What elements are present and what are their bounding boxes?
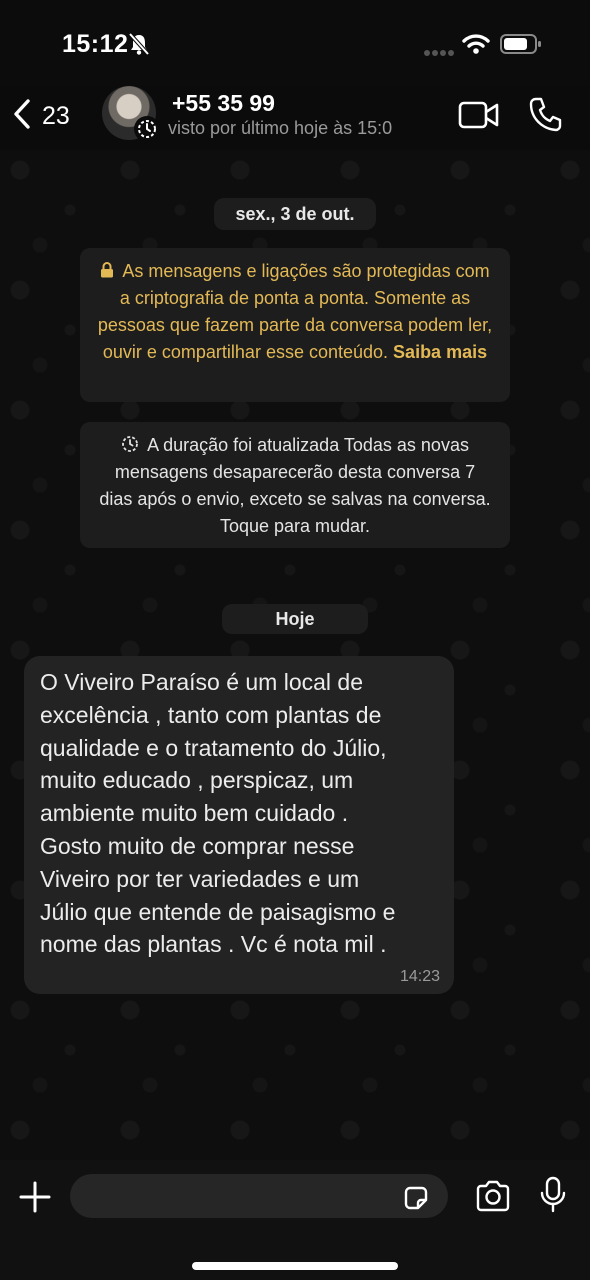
status-bar: 15:12 <box>0 0 590 86</box>
bell-slash-icon <box>128 32 150 61</box>
message-input[interactable] <box>70 1174 448 1218</box>
plus-icon[interactable] <box>18 1180 52 1219</box>
message-text: O Viveiro Paraíso é um local de excelênc… <box>40 669 396 958</box>
unread-count: 23 <box>42 101 70 130</box>
contact-last-seen: visto por último hoje às 15:0 <box>168 118 393 138</box>
message-time: 14:23 <box>399 968 440 985</box>
signal-icon <box>424 44 454 62</box>
duration-text: A duração foi atualizada Todas as novas … <box>99 435 491 536</box>
composer <box>0 1160 590 1280</box>
timer-icon <box>121 435 147 455</box>
date-separator: sex., 3 de out. <box>214 198 376 230</box>
status-time: 15:12 <box>62 30 129 58</box>
home-indicator[interactable] <box>192 1262 398 1270</box>
wifi-icon <box>462 33 490 60</box>
incoming-message[interactable]: O Viveiro Paraíso é um local de excelênc… <box>24 656 454 994</box>
chat-header: 23 +55 35 99 visto por último hoje às 15… <box>0 86 590 150</box>
back-chevron-icon <box>12 98 32 135</box>
back-button[interactable]: 23 <box>12 98 70 134</box>
duration-notice[interactable]: A duração foi atualizada Todas as novas … <box>80 422 510 548</box>
sticker-icon[interactable] <box>402 1184 430 1217</box>
video-call-icon[interactable] <box>458 100 500 135</box>
learn-more-link[interactable]: Saiba mais <box>393 342 487 362</box>
today-separator: Hoje <box>222 604 368 634</box>
disappearing-timer-icon <box>134 116 160 142</box>
phone-icon[interactable] <box>528 96 562 137</box>
lock-icon <box>100 261 122 281</box>
encryption-notice[interactable]: As mensagens e ligações são protegidas c… <box>80 248 510 402</box>
camera-icon[interactable] <box>474 1180 512 1217</box>
microphone-icon[interactable] <box>540 1176 566 1219</box>
battery-icon <box>500 34 542 59</box>
contact-name[interactable]: +55 35 99 <box>172 90 275 117</box>
chat-screen: 15:12 23 +55 35 99 visto por último hoje… <box>0 0 590 1280</box>
